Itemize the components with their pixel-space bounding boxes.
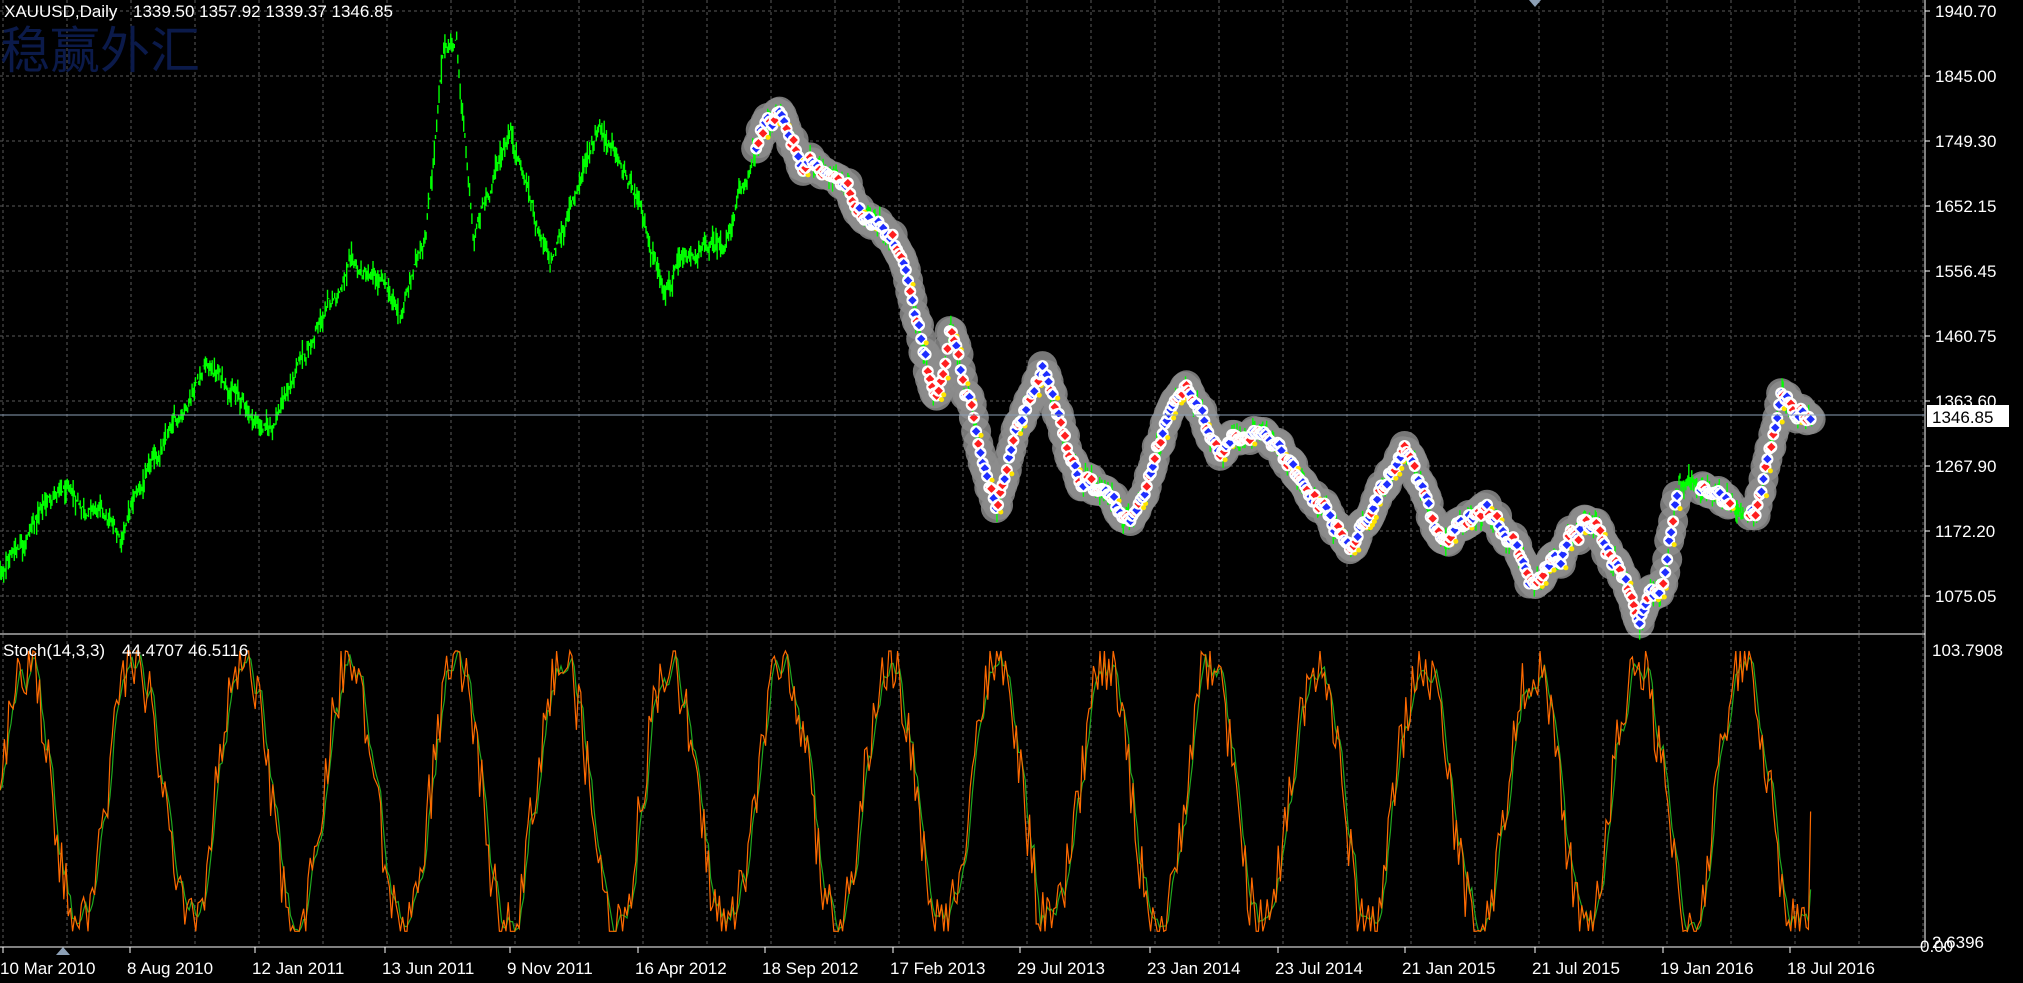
price-tick-label: 1749.30 [1935, 132, 1996, 151]
signal-dot [1222, 457, 1228, 463]
signal-dot [1036, 392, 1042, 398]
signal-dot [1551, 567, 1557, 573]
time-tick-label: 18 Jul 2016 [1787, 959, 1875, 978]
signal-dot [923, 340, 929, 346]
signal-dot [1677, 506, 1683, 512]
signal-dot [1661, 594, 1667, 600]
time-tick-label: 10 Mar 2010 [0, 959, 95, 978]
signal-dot [765, 134, 771, 140]
signal-dot [941, 392, 947, 398]
signal-dot [1018, 431, 1024, 437]
signal-dot [1453, 538, 1459, 544]
signal-dot [965, 381, 971, 387]
watermark-text: 稳赢外汇 [0, 22, 200, 80]
signal-dot [1671, 542, 1677, 548]
time-tick-label: 23 Jan 2014 [1147, 959, 1241, 978]
time-tick-label: 21 Jan 2015 [1402, 959, 1496, 978]
price-tick-label: 1267.90 [1935, 457, 1996, 476]
signal-dot [1397, 471, 1403, 477]
time-tick-label: 12 Jan 2011 [252, 959, 344, 978]
signal-dot [1569, 546, 1575, 552]
signal-dot [1399, 465, 1405, 471]
price-tick-label: 1652.15 [1935, 197, 1996, 216]
signal-dot [1393, 475, 1399, 481]
time-tick-label: 19 Jan 2016 [1660, 959, 1754, 978]
symbol-label: XAUUSD,Daily [4, 2, 118, 21]
signal-dot [1055, 395, 1061, 401]
time-tick-label: 21 Jul 2015 [1532, 959, 1620, 978]
signal-dot [1563, 565, 1569, 571]
time-tick-label: 17 Feb 2013 [890, 959, 985, 978]
indicator-name: Stoch(14,3,3) [3, 641, 105, 660]
price-tick-label: 1845.00 [1935, 67, 1996, 86]
signal-dot [1252, 441, 1258, 447]
price-tick-label: 1556.45 [1935, 262, 1996, 281]
signal-dot [1767, 468, 1773, 474]
ohlc-values: 1339.50 1357.92 1339.37 1346.85 [133, 2, 393, 21]
signal-dot [1356, 547, 1362, 553]
time-tick-label: 8 Aug 2010 [127, 959, 213, 978]
time-tick-label: 9 Nov 2011 [507, 959, 593, 978]
signal-dot [1543, 581, 1549, 587]
signal-dot [1165, 435, 1171, 441]
current-price-label: 1346.85 [1932, 408, 1993, 427]
time-tick-label: 13 Jun 2011 [382, 959, 474, 978]
price-tick-label: 1460.75 [1935, 327, 1996, 346]
stoch-scale-top: 103.7908 [1932, 641, 2003, 660]
indicator-values: 44.4707 46.5116 [122, 641, 248, 660]
price-tick-label: 1172.20 [1935, 522, 1995, 541]
chart-canvas[interactable]: 稳赢外汇 XAUUSD,Daily 1339.50 1357.92 1339.3… [0, 0, 2023, 983]
signal-dot [1779, 419, 1785, 425]
time-tick-label: 18 Sep 2012 [762, 959, 858, 978]
signal-dot [945, 375, 951, 381]
time-tick-label: 16 Apr 2012 [635, 959, 727, 978]
signal-dot [1373, 514, 1379, 520]
price-tick-label: 1075.05 [1935, 587, 1996, 606]
stoch-scale-bottom: 0.00 [1920, 937, 1953, 956]
time-tick-label: 29 Jul 2013 [1017, 959, 1105, 978]
signal-dot [978, 432, 984, 438]
signal-dot [1171, 415, 1177, 421]
signal-dot [1009, 471, 1015, 477]
signal-dot [939, 397, 945, 403]
signal-dot [1764, 493, 1770, 499]
price-tick-label: 1940.70 [1935, 2, 1996, 21]
time-tick-label: 23 Jul 2014 [1275, 959, 1363, 978]
